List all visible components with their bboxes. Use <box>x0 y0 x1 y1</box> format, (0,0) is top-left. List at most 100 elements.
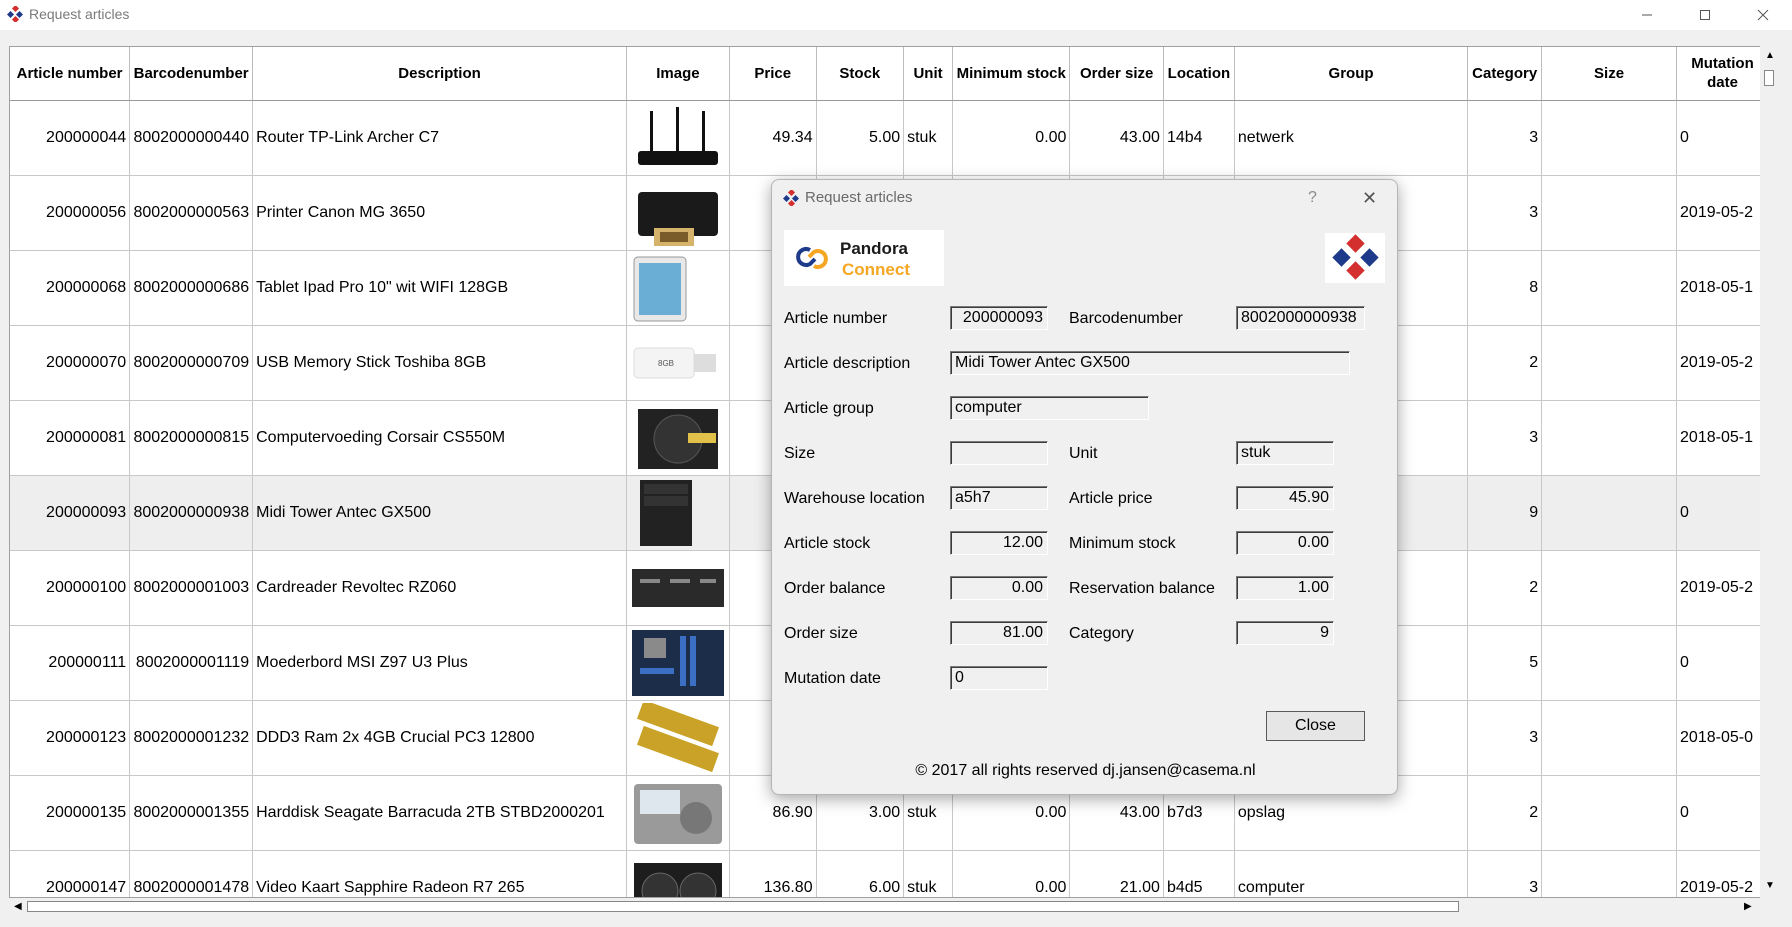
category-cell: 2 <box>1467 550 1543 626</box>
column-header[interactable]: Price <box>729 47 817 101</box>
unit-cell: stuk <box>903 100 953 176</box>
image-cell <box>626 175 730 251</box>
mutation-date-cell: 0 <box>1676 775 1769 851</box>
barcodenumber-field[interactable]: 8002000000938 <box>1236 306 1365 330</box>
minimize-icon <box>1642 14 1652 16</box>
ram-image <box>636 702 719 772</box>
minimum-stock-cell: 0.00 <box>952 850 1071 897</box>
barcodenumber-label: Barcodenumber <box>1069 310 1183 327</box>
reservation-balance-label: Reservation balance <box>1069 580 1215 597</box>
column-header[interactable]: Barcodenumber <box>129 47 254 101</box>
category-cell: 3 <box>1467 175 1543 251</box>
close-button[interactable]: Close <box>1266 711 1365 741</box>
size-cell <box>1541 475 1678 551</box>
mutation-date-cell: 0 <box>1676 100 1769 176</box>
vertical-scrollbar[interactable]: ▲ ▼ <box>1760 46 1778 898</box>
dialog-title: Request articles <box>805 189 913 206</box>
window-close-button[interactable] <box>1740 0 1786 30</box>
column-header[interactable]: Stock <box>816 47 905 101</box>
scroll-right-icon[interactable]: ▶ <box>1744 901 1752 912</box>
article-description-field[interactable]: Midi Tower Antec GX500 <box>950 351 1350 375</box>
column-header[interactable]: Description <box>252 47 627 101</box>
article-group-field[interactable]: computer <box>950 396 1149 420</box>
dialog-close-icon[interactable]: ✕ <box>1362 188 1377 209</box>
column-header[interactable]: Minimum stock <box>952 47 1071 101</box>
mutation-date-cell: 2019-05-2 <box>1676 550 1769 626</box>
brand-logo-icon <box>1325 233 1385 283</box>
help-button[interactable]: ? <box>1308 189 1317 207</box>
minimum-stock-cell: 0.00 <box>952 100 1071 176</box>
barcodenumber-cell: 8002000000440 <box>129 100 254 176</box>
description-cell: Video Kaart Sapphire Radeon R7 265 <box>252 850 627 897</box>
column-header[interactable]: Location <box>1163 47 1235 101</box>
logo-line2: Connect <box>842 260 910 279</box>
location-cell: b4d5 <box>1163 850 1235 897</box>
scroll-down-icon[interactable]: ▼ <box>1765 880 1775 891</box>
table-row[interactable]: 200000147 8002000001478 Video Kaart Sapphi… <box>10 850 1769 897</box>
column-header[interactable]: Mutation date <box>1676 47 1769 101</box>
order-size-cell: 43.00 <box>1069 100 1164 176</box>
article-number-cell: 200000093 <box>10 475 131 551</box>
mutation-date-cell: 0 <box>1676 475 1769 551</box>
article-number-cell: 200000123 <box>10 700 131 776</box>
vertical-scroll-thumb[interactable] <box>1764 70 1774 86</box>
location-cell: 14b4 <box>1163 100 1235 176</box>
minimize-button[interactable] <box>1624 0 1670 30</box>
article-number-cell: 200000044 <box>10 100 131 176</box>
column-header[interactable]: Category <box>1467 47 1543 101</box>
printer-image <box>637 191 718 246</box>
order-balance-field[interactable]: 0.00 <box>950 576 1048 600</box>
scroll-left-icon[interactable]: ◀ <box>14 901 22 912</box>
article-stock-field[interactable]: 12.00 <box>950 531 1048 555</box>
article-stock-label: Article stock <box>784 535 871 552</box>
request-articles-dialog: Request articles ? ✕ Pandora Connect Art… <box>771 179 1398 795</box>
column-header[interactable]: Size <box>1541 47 1678 101</box>
order-size-field[interactable]: 81.00 <box>950 621 1048 645</box>
category-cell: 9 <box>1467 475 1543 551</box>
article-number-cell: 200000070 <box>10 325 131 401</box>
column-header[interactable]: Image <box>626 47 730 101</box>
warehouse-location-field[interactable]: a5h7 <box>950 486 1048 510</box>
hdd-image <box>633 783 722 844</box>
article-number-field[interactable]: 200000093 <box>950 306 1048 330</box>
app-logo-icon <box>783 189 799 206</box>
reservation-balance-field[interactable]: 1.00 <box>1236 576 1334 600</box>
image-cell <box>626 400 730 476</box>
barcodenumber-cell: 8002000001355 <box>129 775 254 851</box>
stock-cell: 5.00 <box>816 100 905 176</box>
image-cell <box>626 550 730 626</box>
column-header[interactable]: Unit <box>903 47 953 101</box>
mutation-date-cell: 2019-05-2 <box>1676 325 1769 401</box>
category-cell: 5 <box>1467 625 1543 701</box>
image-cell <box>626 850 730 897</box>
image-cell <box>626 100 730 176</box>
size-field[interactable] <box>950 441 1048 465</box>
description-cell: Midi Tower Antec GX500 <box>252 475 627 551</box>
dialog-title-bar: Request articles <box>783 189 913 206</box>
unit-label: Unit <box>1069 445 1098 462</box>
category-field[interactable]: 9 <box>1236 621 1334 645</box>
table-row[interactable]: 200000044 8002000000440 Router TP-Link Arc… <box>10 100 1769 176</box>
article-number-cell: 200000147 <box>10 850 131 897</box>
order-size-cell: 21.00 <box>1069 850 1164 897</box>
description-cell: Printer Canon MG 3650 <box>252 175 627 251</box>
size-cell <box>1541 700 1678 776</box>
horizontal-scroll-thumb[interactable] <box>27 901 1459 912</box>
minimum-stock-field[interactable]: 0.00 <box>1236 531 1334 555</box>
price-cell: 136.80 <box>729 850 817 897</box>
category-cell: 3 <box>1467 850 1543 897</box>
article-price-field[interactable]: 45.90 <box>1236 486 1334 510</box>
column-header[interactable]: Group <box>1234 47 1469 101</box>
maximize-button[interactable] <box>1682 0 1728 30</box>
mutation-date-field[interactable]: 0 <box>950 666 1048 690</box>
scroll-up-icon[interactable]: ▲ <box>1765 50 1775 61</box>
article-number-cell: 200000081 <box>10 400 131 476</box>
horizontal-scrollbar[interactable]: ◀ ▶ <box>9 898 1760 915</box>
size-label: Size <box>784 445 816 462</box>
image-cell <box>626 775 730 851</box>
column-header[interactable]: Article number <box>10 47 131 101</box>
unit-field[interactable]: stuk <box>1236 441 1334 465</box>
column-header[interactable]: Order size <box>1069 47 1164 101</box>
mutation-date-cell: 2018-05-1 <box>1676 400 1769 476</box>
title-bar: Request articles <box>0 0 1792 30</box>
